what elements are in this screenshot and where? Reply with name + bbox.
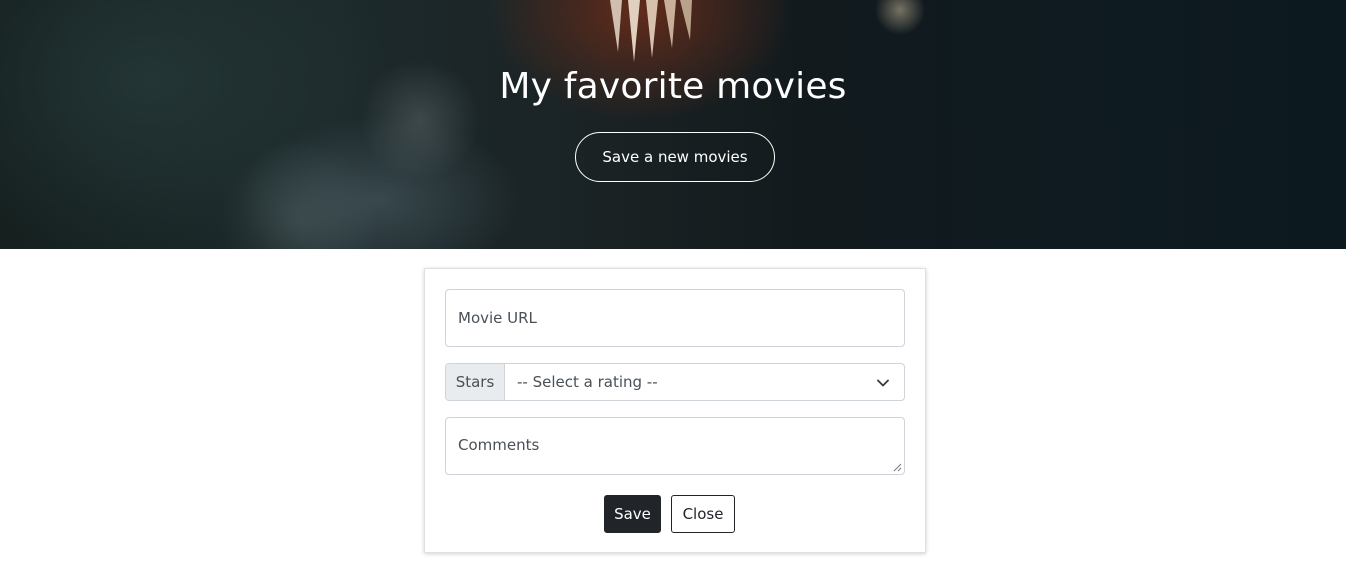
rating-selected-value: -- Select a rating --	[517, 373, 658, 391]
page-title: My favorite movies	[499, 66, 847, 107]
comments-textarea[interactable]: Comments	[445, 417, 905, 475]
comments-placeholder: Comments	[458, 436, 540, 454]
movie-url-input[interactable]: Movie URL	[445, 289, 905, 347]
save-new-movie-button[interactable]: Save a new movies	[575, 132, 775, 182]
shark-teeth-image	[610, 0, 692, 62]
resize-grip-icon[interactable]	[893, 463, 902, 472]
rating-select[interactable]: -- Select a rating --	[505, 364, 904, 400]
rating-input-group: Stars -- Select a rating --	[445, 363, 905, 401]
hero-banner: My favorite movies Save a new movies	[0, 0, 1346, 249]
movie-url-placeholder: Movie URL	[458, 309, 537, 327]
close-button[interactable]: Close	[671, 495, 735, 533]
stars-label: Stars	[446, 364, 505, 400]
chevron-down-icon	[877, 379, 889, 387]
movie-form-card: Movie URL Stars -- Select a rating -- Co…	[424, 268, 926, 553]
save-button[interactable]: Save	[604, 495, 661, 533]
